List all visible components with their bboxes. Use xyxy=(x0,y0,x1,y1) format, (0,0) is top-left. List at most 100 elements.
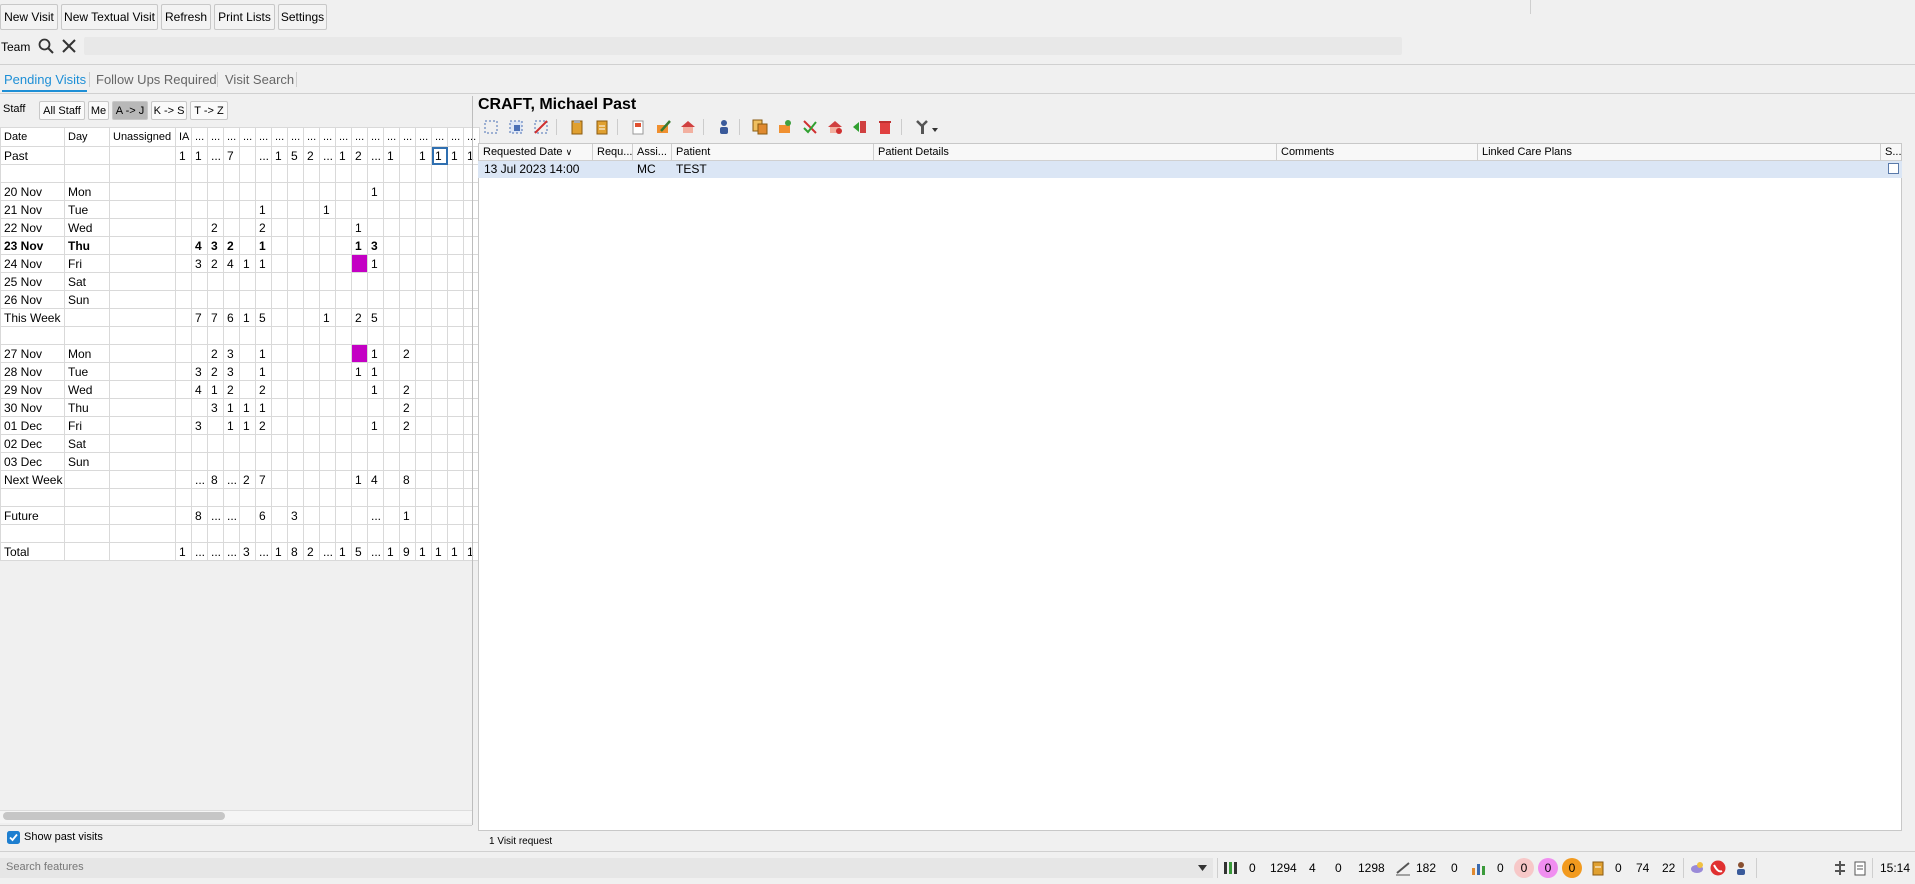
grid-count-cell[interactable] xyxy=(271,470,288,489)
grid-count-cell[interactable] xyxy=(431,524,448,543)
grid-count-cell[interactable]: 5 xyxy=(367,308,384,327)
grid-count-cell[interactable] xyxy=(319,380,336,399)
grid-date-cell[interactable]: 23 Nov xyxy=(0,236,65,255)
grid-date-cell[interactable]: 02 Dec xyxy=(0,434,65,453)
grid-count-cell[interactable] xyxy=(191,290,208,309)
grid-count-cell[interactable] xyxy=(319,272,336,291)
grid-header-cell[interactable]: ... xyxy=(335,127,352,147)
grid-count-cell[interactable] xyxy=(239,236,256,255)
grid-count-cell[interactable] xyxy=(239,272,256,291)
grid-count-cell[interactable] xyxy=(207,524,224,543)
grid-count-cell[interactable] xyxy=(399,200,416,219)
grid-count-cell[interactable] xyxy=(399,362,416,381)
grid-count-cell[interactable]: 4 xyxy=(367,470,384,489)
grid-day-cell[interactable]: Thu xyxy=(64,236,110,255)
grid-count-cell[interactable]: 1 xyxy=(335,146,352,165)
grid-count-cell[interactable] xyxy=(271,236,288,255)
grid-count-cell[interactable] xyxy=(335,218,352,237)
grid-count-cell[interactable] xyxy=(431,218,448,237)
grid-count-cell[interactable]: ... xyxy=(255,146,272,165)
grid-count-cell[interactable]: 1 xyxy=(271,542,288,561)
person-icon[interactable] xyxy=(716,119,732,135)
show-past-visits-checkbox[interactable] xyxy=(7,831,20,844)
grid-count-cell[interactable] xyxy=(175,182,192,201)
grid-count-cell[interactable] xyxy=(287,326,304,345)
grid-unassigned-cell[interactable] xyxy=(109,164,176,183)
grid-count-cell[interactable] xyxy=(335,524,352,543)
grid-count-cell[interactable]: 1 xyxy=(319,308,336,327)
filter-all-staff-button[interactable]: All Staff xyxy=(39,101,85,120)
grid-count-cell[interactable]: 2 xyxy=(239,470,256,489)
grid-count-cell[interactable] xyxy=(383,182,400,201)
grid-count-cell[interactable] xyxy=(415,326,432,345)
grid-count-cell[interactable]: 2 xyxy=(351,146,368,165)
grid-count-cell[interactable] xyxy=(351,434,368,453)
filter-me-button[interactable]: Me xyxy=(88,101,109,120)
grid-count-cell[interactable]: 3 xyxy=(287,506,304,525)
grid-count-cell[interactable] xyxy=(319,506,336,525)
grid-count-cell[interactable] xyxy=(207,326,224,345)
grid-count-cell[interactable] xyxy=(383,398,400,417)
edit-visit-icon[interactable] xyxy=(655,119,671,135)
grid-count-cell[interactable] xyxy=(239,524,256,543)
grid-count-cell[interactable] xyxy=(367,326,384,345)
tools-icon[interactable] xyxy=(914,119,930,135)
grid-count-cell[interactable]: 3 xyxy=(223,362,240,381)
grid-day-cell[interactable]: Tue xyxy=(64,200,110,219)
grid-count-cell[interactable] xyxy=(271,344,288,363)
grid-count-cell[interactable] xyxy=(239,164,256,183)
grid-count-cell[interactable]: 2 xyxy=(399,380,416,399)
grid-count-cell[interactable] xyxy=(383,362,400,381)
grid-count-cell[interactable] xyxy=(175,218,192,237)
grid-count-cell[interactable] xyxy=(447,200,464,219)
grid-header-cell[interactable]: ... xyxy=(415,127,432,147)
grid-count-cell[interactable]: 1 xyxy=(191,146,208,165)
grid-count-cell[interactable] xyxy=(383,524,400,543)
grid-unassigned-cell[interactable] xyxy=(109,524,176,543)
flag-document-icon[interactable] xyxy=(630,119,646,135)
grid-count-cell[interactable] xyxy=(447,272,464,291)
grid-count-cell[interactable] xyxy=(351,452,368,471)
grid-count-cell[interactable] xyxy=(303,506,320,525)
grid-count-cell[interactable] xyxy=(255,164,272,183)
grid-count-cell[interactable] xyxy=(191,398,208,417)
grid-count-cell[interactable] xyxy=(431,470,448,489)
grid-unassigned-cell[interactable] xyxy=(109,236,176,255)
grid-date-cell[interactable]: 27 Nov xyxy=(0,344,65,363)
grid-count-cell[interactable] xyxy=(175,398,192,417)
grid-count-cell[interactable] xyxy=(415,506,432,525)
grid-count-cell[interactable] xyxy=(399,290,416,309)
grid-header-cell[interactable]: Date xyxy=(0,127,65,147)
grid-count-cell[interactable] xyxy=(415,434,432,453)
filter-a-j-button[interactable]: A -> J xyxy=(112,101,148,120)
grid-count-cell[interactable] xyxy=(319,164,336,183)
col-comments[interactable]: Comments xyxy=(1277,144,1478,161)
grid-count-cell[interactable] xyxy=(367,272,384,291)
grid-count-cell[interactable]: 3 xyxy=(191,362,208,381)
grid-count-cell[interactable] xyxy=(367,434,384,453)
grid-count-cell[interactable] xyxy=(223,200,240,219)
grid-count-cell[interactable] xyxy=(383,326,400,345)
grid-count-cell[interactable] xyxy=(303,488,320,507)
network-icon[interactable] xyxy=(1832,860,1848,876)
grid-count-cell[interactable] xyxy=(431,380,448,399)
grid-count-cell[interactable]: 1 xyxy=(415,542,432,561)
home-alert-icon[interactable] xyxy=(827,119,843,135)
grid-count-cell[interactable] xyxy=(287,182,304,201)
grid-count-cell[interactable]: ... xyxy=(223,542,240,561)
grid-count-cell[interactable]: 1 xyxy=(255,200,272,219)
home-visit-icon[interactable] xyxy=(680,119,696,135)
grid-unassigned-cell[interactable] xyxy=(109,398,176,417)
grid-count-cell[interactable]: ... xyxy=(367,542,384,561)
grid-count-cell[interactable] xyxy=(447,362,464,381)
grid-header-cell[interactable]: ... xyxy=(255,127,272,147)
grid-count-cell[interactable] xyxy=(271,290,288,309)
grid-count-cell[interactable] xyxy=(319,452,336,471)
grid-count-cell[interactable] xyxy=(239,182,256,201)
grid-count-cell[interactable]: ... xyxy=(367,506,384,525)
grid-count-cell[interactable] xyxy=(271,218,288,237)
grid-count-cell[interactable] xyxy=(271,254,288,273)
grid-header-cell[interactable]: ... xyxy=(287,127,304,147)
grid-date-cell[interactable]: 26 Nov xyxy=(0,290,65,309)
grid-count-cell[interactable] xyxy=(303,452,320,471)
